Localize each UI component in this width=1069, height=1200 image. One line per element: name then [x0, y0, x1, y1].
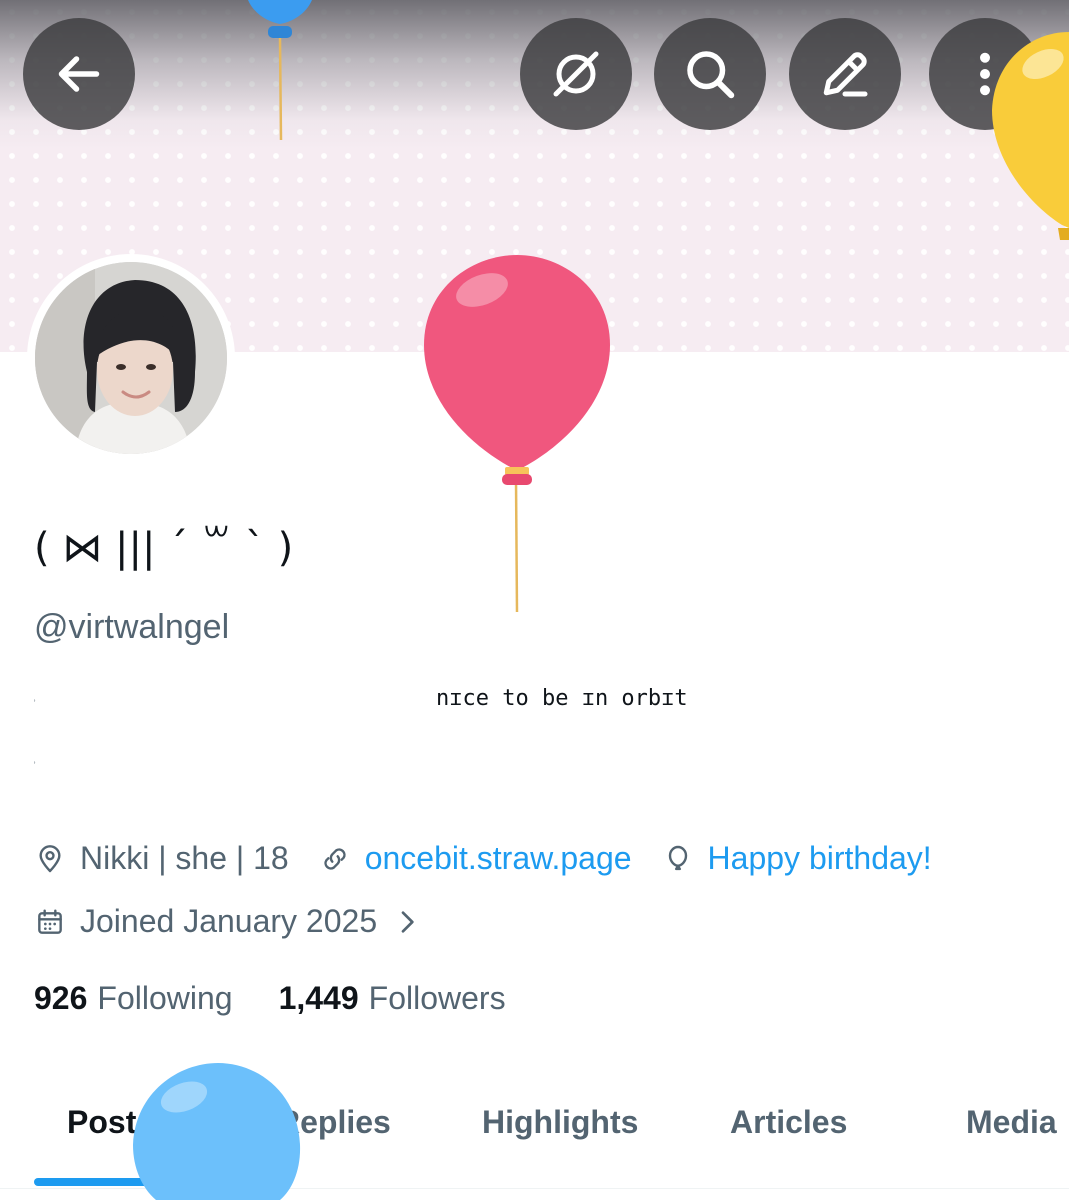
bio-text: nɪce to be ɪn orbɪt — [436, 686, 688, 711]
birthday-link[interactable]: Happy birthday! — [708, 840, 932, 877]
tab-highlights[interactable]: Highlights — [482, 1104, 638, 1141]
avatar[interactable] — [35, 262, 227, 454]
grok-button[interactable] — [520, 18, 632, 130]
grok-icon — [553, 51, 599, 97]
display-name: ( ⋈ ||| ´ ꒳ ` ) — [34, 525, 294, 571]
username-handle: @virtwalngel — [34, 608, 230, 646]
search-icon — [687, 51, 735, 99]
birthday-item[interactable]: Happy birthday! — [662, 840, 932, 877]
followers-stat[interactable]: 1,449 Followers — [279, 980, 506, 1017]
joined-row[interactable]: Joined January 2025 — [34, 903, 453, 940]
website-link[interactable]: oncebit.straw.page — [365, 840, 632, 877]
chevron-right-icon — [401, 910, 414, 933]
avatar-photo — [35, 262, 227, 454]
active-tab-indicator — [34, 1178, 190, 1186]
profile-meta-row: Nikki | she | 18 oncebit.straw.page Happ… — [34, 840, 962, 877]
location-pin-icon — [39, 844, 61, 872]
location-text: Nikki | she | 18 — [80, 840, 289, 876]
joined-text: Joined January 2025 — [80, 903, 378, 939]
website-item[interactable]: oncebit.straw.page — [319, 840, 632, 877]
tab-posts[interactable]: Posts — [67, 1104, 154, 1141]
tab-articles[interactable]: Articles — [730, 1104, 847, 1141]
bio-marker: ˒ — [33, 694, 37, 705]
bio-marker: ˒ — [33, 756, 37, 767]
more-button[interactable] — [929, 18, 1041, 130]
calendar-icon — [38, 908, 62, 934]
followers-count: 1,449 — [278, 980, 359, 1016]
arrow-left-icon — [58, 56, 100, 92]
follow-stats: 926 Following 1,449 Followers — [34, 980, 552, 1017]
location-item: Nikki | she | 18 — [34, 840, 289, 877]
balloon-icon — [668, 845, 687, 870]
edit-button[interactable] — [789, 18, 901, 130]
followers-label: Followers — [368, 980, 506, 1016]
more-vertical-icon — [980, 52, 990, 96]
following-label: Following — [97, 980, 233, 1016]
tab-media[interactable]: Media — [966, 1104, 1057, 1141]
tabs-divider — [0, 1188, 1069, 1189]
pencil-icon — [823, 52, 868, 97]
following-stat[interactable]: 926 Following — [34, 980, 233, 1017]
tab-replies[interactable]: Replies — [277, 1104, 391, 1141]
search-button[interactable] — [654, 18, 766, 130]
back-button[interactable] — [23, 18, 135, 130]
link-icon — [324, 847, 346, 870]
joined-item[interactable]: Joined January 2025 — [34, 903, 423, 940]
following-count: 926 — [34, 980, 88, 1016]
